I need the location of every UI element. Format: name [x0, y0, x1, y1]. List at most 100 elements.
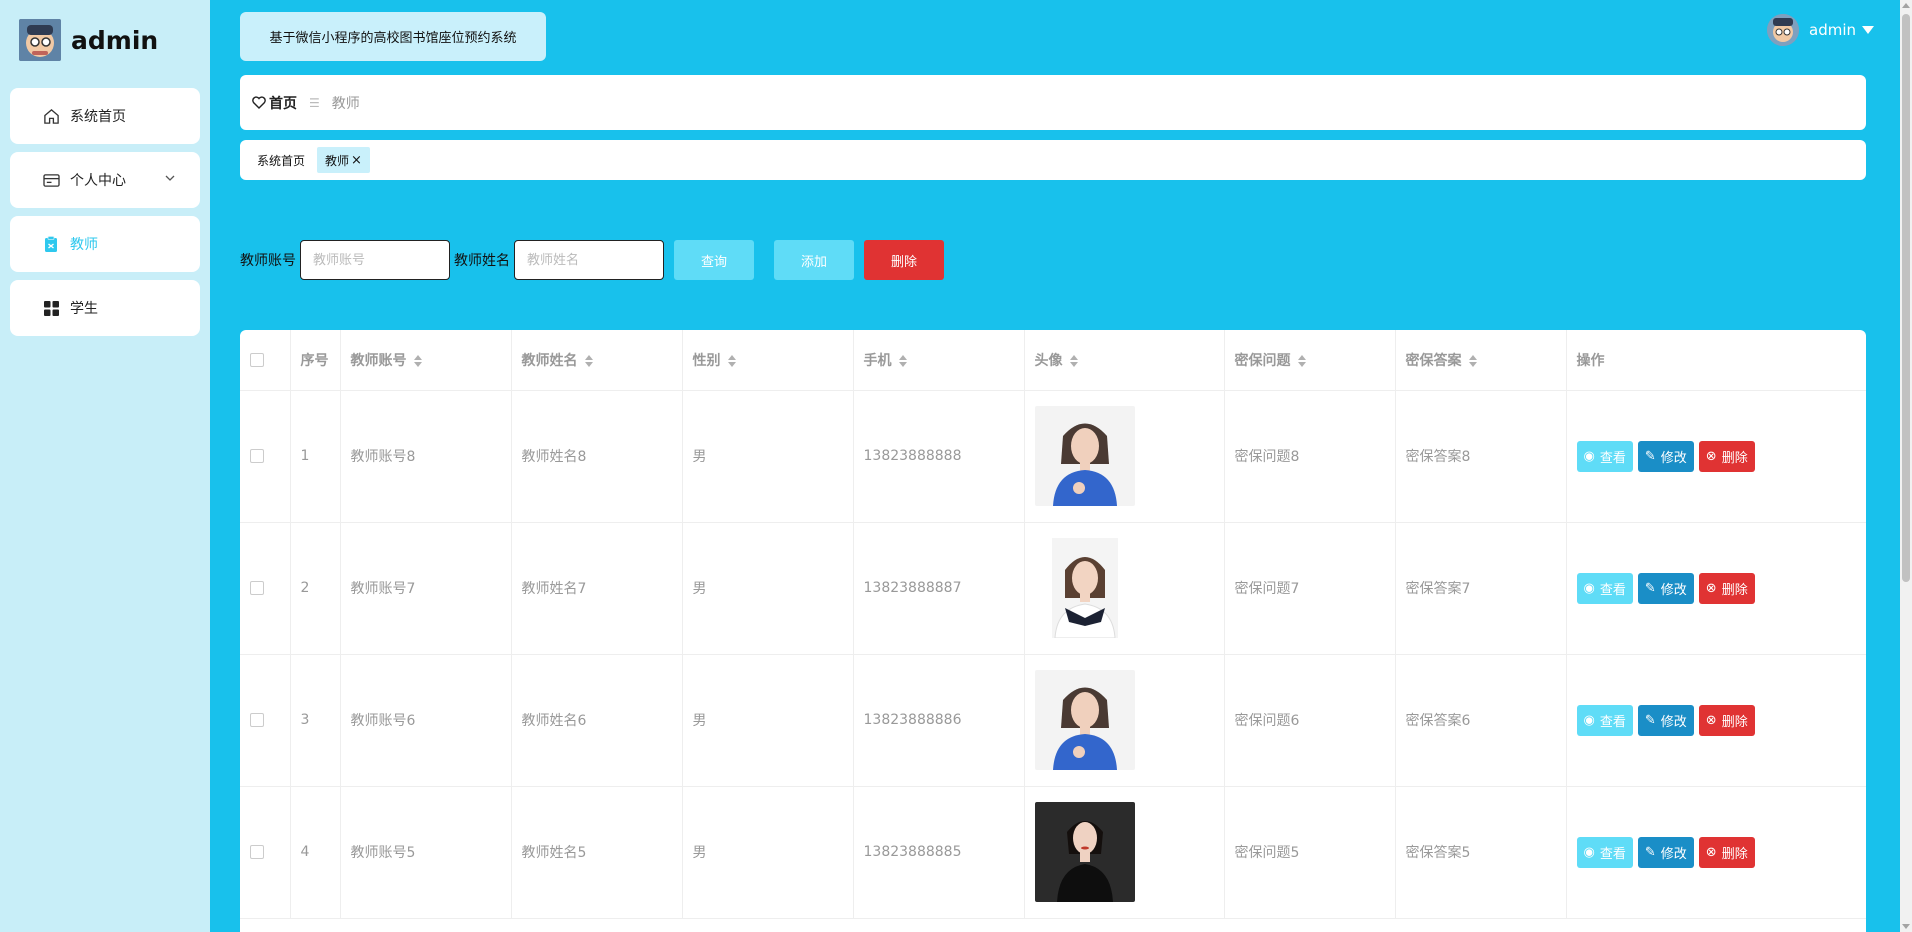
col-question[interactable]: 密保问题: [1224, 330, 1396, 391]
row-checkbox[interactable]: [250, 845, 264, 859]
delete-button[interactable]: ⊗ 删除: [1698, 836, 1755, 868]
avatar: [1767, 14, 1799, 46]
pencil-icon: ✎: [1644, 712, 1656, 728]
cell-actions: ◉ 查看 ✎ 修改 ⊗ 删除: [1566, 390, 1866, 523]
row-checkbox[interactable]: [250, 449, 264, 463]
cell-name: 教师姓名7: [511, 522, 683, 655]
circle-x-icon: ⊗: [1705, 448, 1717, 464]
cell-gender: 男: [682, 522, 854, 655]
cell-index: 3: [290, 654, 341, 787]
col-name[interactable]: 教师姓名: [511, 330, 683, 391]
vertical-scrollbar[interactable]: [1900, 0, 1912, 932]
sidebar-item-profile[interactable]: 个人中心: [10, 152, 200, 208]
cell-name: 教师姓名8: [511, 390, 683, 523]
cell-account: 教师账号5: [340, 786, 512, 919]
sidebar-item-label: 个人中心: [70, 173, 126, 189]
cell-phone: 13823888887: [853, 522, 1025, 655]
user-name: admin: [1809, 21, 1856, 39]
eye-icon: ◉: [1583, 712, 1595, 728]
search-form: 教师账号 教师姓名 查询 添加 删除: [240, 240, 944, 280]
sidebar-item-teacher[interactable]: 教师: [10, 216, 200, 272]
scrollbar-thumb[interactable]: [1902, 14, 1910, 582]
scroll-down-icon[interactable]: [1902, 924, 1910, 929]
eye-icon: ◉: [1583, 580, 1595, 596]
breadcrumb-separator: ☰: [309, 95, 320, 110]
close-icon[interactable]: ×: [351, 153, 362, 168]
view-button[interactable]: ◉ 查看: [1576, 704, 1633, 736]
edit-button[interactable]: ✎ 修改: [1637, 440, 1694, 472]
tag-home[interactable]: 系统首页: [257, 152, 305, 169]
cell-gender: 男: [682, 390, 854, 523]
cell-account: 教师账号6: [340, 654, 512, 787]
cell-answer: 密保答案6: [1395, 654, 1567, 787]
teacher-avatar-image: [1034, 670, 1135, 770]
table-row: 1 教师账号8 教师姓名8 男 13823888888 密保问题8 密保答案8 …: [240, 390, 1866, 523]
cell-actions: ◉ 查看 ✎ 修改 ⊗ 删除: [1566, 522, 1866, 655]
sort-icon[interactable]: [1297, 354, 1307, 368]
batch-delete-button[interactable]: 删除: [864, 240, 944, 280]
cell-phone: 13823888886: [853, 654, 1025, 787]
cell-index: 1: [290, 390, 341, 523]
edit-button[interactable]: ✎ 修改: [1637, 572, 1694, 604]
cell-account: 教师账号8: [340, 390, 512, 523]
table-header-row: 序号 教师账号 教师姓名 性别 手机 头像 密保问题 密保答案 操作: [240, 330, 1866, 391]
sort-icon[interactable]: [413, 354, 423, 368]
sidebar-item-label: 教师: [70, 237, 98, 253]
sidebar-item-home[interactable]: 系统首页: [10, 88, 200, 144]
pencil-icon: ✎: [1644, 844, 1656, 860]
pencil-icon: ✎: [1644, 580, 1656, 596]
cell-answer: 密保答案5: [1395, 786, 1567, 919]
teacher-avatar-image: [1034, 406, 1135, 506]
teacher-avatar-image: [1034, 802, 1135, 902]
account-input[interactable]: [300, 240, 450, 280]
cell-avatar: [1024, 390, 1225, 523]
col-index: 序号: [290, 330, 341, 391]
col-gender[interactable]: 性别: [682, 330, 854, 391]
scroll-up-icon[interactable]: [1902, 3, 1910, 8]
view-button[interactable]: ◉ 查看: [1576, 836, 1633, 868]
cell-avatar: [1024, 654, 1225, 787]
sidebar-item-student[interactable]: 学生: [10, 280, 200, 336]
breadcrumb-home[interactable]: 首页: [252, 93, 297, 113]
delete-button[interactable]: ⊗ 删除: [1698, 704, 1755, 736]
add-button[interactable]: 添加: [774, 240, 854, 280]
system-title: 基于微信小程序的高校图书馆座位预约系统: [240, 12, 546, 61]
sort-icon[interactable]: [1468, 354, 1478, 368]
account-label: 教师账号: [240, 253, 296, 269]
col-answer[interactable]: 密保答案: [1395, 330, 1567, 391]
delete-button[interactable]: ⊗ 删除: [1698, 572, 1755, 604]
breadcrumb-home-label: 首页: [269, 95, 297, 112]
sidebar-item-label: 系统首页: [70, 109, 126, 125]
sort-icon[interactable]: [898, 354, 908, 368]
sort-icon[interactable]: [584, 354, 594, 368]
tag-label: 教师: [325, 153, 350, 168]
row-checkbox[interactable]: [250, 713, 264, 727]
col-account[interactable]: 教师账号: [340, 330, 512, 391]
table-row: 2 教师账号7 教师姓名7 男 13823888887 密保问题7 密保答案7 …: [240, 522, 1866, 655]
delete-button[interactable]: ⊗ 删除: [1698, 440, 1755, 472]
edit-button[interactable]: ✎ 修改: [1637, 836, 1694, 868]
row-checkbox[interactable]: [250, 581, 264, 595]
view-button[interactable]: ◉ 查看: [1576, 440, 1633, 472]
sort-icon[interactable]: [1069, 354, 1079, 368]
col-avatar[interactable]: 头像: [1024, 330, 1225, 391]
grid-icon: [42, 299, 60, 317]
name-input[interactable]: [514, 240, 664, 280]
sort-icon[interactable]: [727, 354, 737, 368]
query-button[interactable]: 查询: [674, 240, 754, 280]
tag-teacher[interactable]: 教师 ×: [317, 147, 370, 173]
select-all-checkbox[interactable]: [250, 352, 264, 367]
home-icon: [42, 107, 60, 125]
cell-index: 4: [290, 786, 341, 919]
edit-button[interactable]: ✎ 修改: [1637, 704, 1694, 736]
sidebar: admin 系统首页 个人中心 教师 学生: [0, 0, 210, 932]
id-card-icon: [42, 171, 60, 189]
user-menu[interactable]: admin: [1767, 14, 1874, 46]
view-button[interactable]: ◉ 查看: [1576, 572, 1633, 604]
col-phone[interactable]: 手机: [853, 330, 1025, 391]
teacher-table: 序号 教师账号 教师姓名 性别 手机 头像 密保问题 密保答案 操作 1 教师账…: [240, 330, 1866, 932]
cell-actions: ◉ 查看 ✎ 修改 ⊗ 删除: [1566, 654, 1866, 787]
name-label: 教师姓名: [454, 253, 510, 269]
cell-answer: 密保答案8: [1395, 390, 1567, 523]
brand-name: admin: [71, 25, 159, 55]
